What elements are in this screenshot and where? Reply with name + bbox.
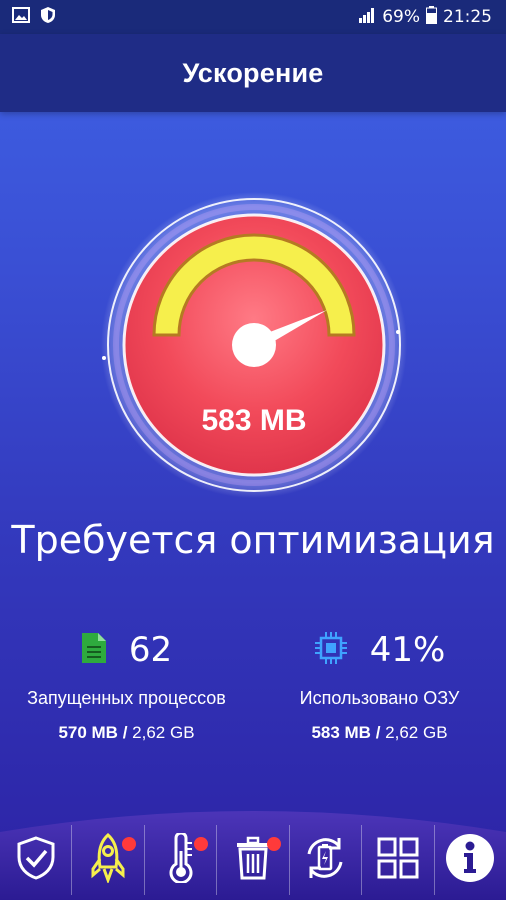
nav-cooler[interactable] <box>143 825 216 895</box>
optimization-status: Требуется оптимизация <box>11 518 495 562</box>
process-count: 62 <box>128 630 173 670</box>
ram-total: 2,62 GB <box>385 723 448 742</box>
notification-badge <box>266 837 281 851</box>
process-memory: 570 MB / 2,62 GB <box>0 723 253 743</box>
cpu-chip-icon <box>314 631 348 670</box>
trash-icon <box>235 836 271 885</box>
gallery-icon <box>12 6 30 28</box>
nav-info[interactable] <box>433 825 506 895</box>
notification-badge <box>121 837 136 851</box>
info-icon <box>445 833 495 888</box>
ram-stat: 41% Использовано ОЗУ 583 MB / 2,62 GB <box>253 628 506 743</box>
ram-label: Использовано ОЗУ <box>299 688 460 708</box>
process-used: 570 MB <box>58 723 118 742</box>
shield-icon <box>40 6 56 29</box>
clock: 21:25 <box>443 7 492 27</box>
shield-check-icon <box>16 835 56 885</box>
process-total: 2,62 GB <box>132 723 195 742</box>
ram-percent: 41% <box>369 630 446 670</box>
grid-icon <box>377 837 419 884</box>
page-title: Ускорение <box>182 57 324 88</box>
gauge-value: 583 MB <box>201 404 306 437</box>
nav-booster[interactable] <box>71 825 143 895</box>
process-label: Запущенных процессов <box>27 688 226 708</box>
nav-cleaner[interactable] <box>216 825 288 895</box>
processes-stat: 62 Запущенных процессов 570 MB / 2,62 GB <box>0 628 253 743</box>
document-icon <box>81 632 107 669</box>
battery-refresh-icon <box>301 834 349 887</box>
nav-apps[interactable] <box>361 825 433 895</box>
status-bar: 69% 21:25 <box>0 0 506 34</box>
signal-icon <box>358 6 376 29</box>
battery-icon <box>426 5 437 29</box>
ram-used: 583 MB <box>311 723 371 742</box>
nav-protection[interactable] <box>0 825 71 895</box>
memory-gauge[interactable]: 583 MB <box>101 192 407 498</box>
separator: / <box>375 723 381 742</box>
separator: / <box>122 723 128 742</box>
app-bar: Ускорение <box>0 34 506 112</box>
battery-percent: 69% <box>382 7 420 27</box>
thermometer-icon <box>166 831 196 888</box>
notification-badge <box>194 837 209 851</box>
ram-memory: 583 MB / 2,62 GB <box>253 723 506 743</box>
bottom-navigation <box>0 798 506 900</box>
nav-battery[interactable] <box>288 825 361 895</box>
